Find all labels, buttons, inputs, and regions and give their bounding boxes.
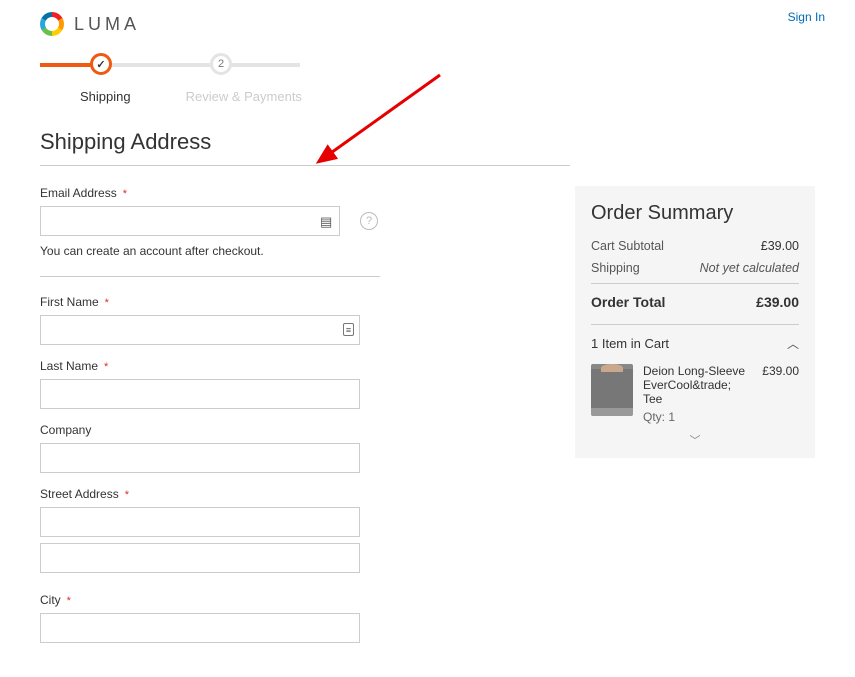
- subtotal-value: £39.00: [761, 239, 799, 253]
- chevron-up-icon: ︿: [787, 335, 799, 352]
- last-name-field[interactable]: [40, 379, 360, 409]
- first-name-field[interactable]: [40, 315, 360, 345]
- title-divider: [40, 165, 570, 166]
- company-label: Company: [40, 423, 380, 437]
- cart-count-label: 1 Item in Cart: [591, 336, 669, 351]
- chevron-down-icon[interactable]: ﹀: [591, 432, 799, 448]
- product-price: £39.00: [762, 364, 799, 424]
- shipping-label: Shipping: [591, 261, 640, 275]
- help-icon[interactable]: ?: [360, 212, 378, 230]
- product-thumbnail: [591, 364, 633, 416]
- order-summary: Order Summary Cart Subtotal £39.00 Shipp…: [575, 186, 815, 458]
- checkmark-icon: ✓: [96, 58, 105, 71]
- first-name-label: First Name: [40, 295, 380, 309]
- cart-items-toggle[interactable]: 1 Item in Cart ︿: [591, 324, 799, 352]
- street-field-2[interactable]: [40, 543, 360, 573]
- product-name: Deion Long-Sleeve EverCool&trade; Tee: [643, 364, 752, 406]
- step-review-label: Review & Payments: [186, 89, 302, 104]
- sign-in-link[interactable]: Sign In: [788, 10, 825, 24]
- email-label: Email Address: [40, 186, 380, 200]
- form-divider: [40, 276, 380, 277]
- total-label: Order Total: [591, 294, 665, 310]
- street-field-1[interactable]: [40, 507, 360, 537]
- subtotal-label: Cart Subtotal: [591, 239, 664, 253]
- email-field[interactable]: [40, 206, 340, 236]
- autofill-icon: ▤: [320, 214, 334, 228]
- logo-text: LUMA: [74, 14, 140, 35]
- email-hint: You can create an account after checkout…: [40, 244, 380, 258]
- step-shipping-label: Shipping: [80, 89, 131, 104]
- street-label: Street Address: [40, 487, 380, 501]
- city-label: City: [40, 593, 380, 607]
- product-qty: Qty: 1: [643, 410, 752, 424]
- cart-item: Deion Long-Sleeve EverCool&trade; Tee Qt…: [591, 364, 799, 424]
- checkout-progress: ✓ 2: [40, 51, 300, 81]
- step-shipping-node: ✓: [90, 53, 112, 75]
- city-field[interactable]: [40, 613, 360, 643]
- total-value: £39.00: [756, 294, 799, 310]
- shipping-value: Not yet calculated: [700, 261, 799, 275]
- summary-title: Order Summary: [591, 202, 799, 225]
- step-review-node: 2: [210, 53, 232, 75]
- autofill-contact-icon: ≡: [343, 323, 354, 336]
- company-field[interactable]: [40, 443, 360, 473]
- page-title: Shipping Address: [40, 129, 815, 155]
- last-name-label: Last Name: [40, 359, 380, 373]
- logo[interactable]: LUMA: [40, 12, 815, 36]
- luma-logo-icon: [40, 12, 64, 36]
